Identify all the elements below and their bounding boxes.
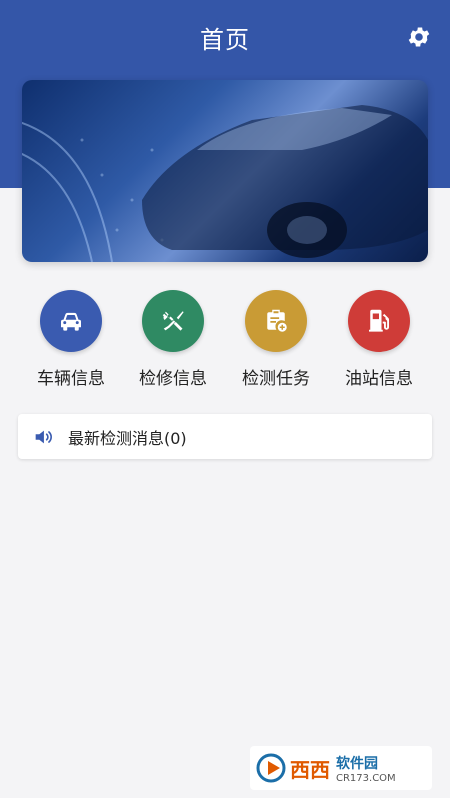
watermark-main-text: 西西 [290, 757, 330, 782]
watermark-side: 软件园 CR173.COM [336, 753, 396, 784]
vehicle-info-button[interactable]: 车辆信息 [20, 290, 122, 389]
latest-inspection-messages-label: 最新检测消息(0) [68, 428, 187, 448]
logo-icon [256, 753, 286, 783]
vehicle-info-label: 车辆信息 [37, 369, 105, 389]
inspection-task-icon-circle [245, 290, 307, 352]
car-banner-illustration [22, 105, 428, 262]
inspection-task-button[interactable]: 检测任务 [225, 290, 327, 389]
watermark-site-name: 软件园 [336, 755, 378, 772]
gas-station-info-button[interactable]: 油站信息 [328, 290, 430, 389]
fuel-pump-icon [369, 309, 389, 332]
vehicle-info-icon-circle [40, 290, 102, 352]
tools-icon [162, 311, 184, 331]
banner-image[interactable] [22, 80, 428, 262]
settings-button[interactable] [406, 24, 432, 50]
repair-info-button[interactable]: 检修信息 [122, 290, 224, 389]
clipboard-icon [267, 309, 287, 332]
inspection-task-label: 检测任务 [242, 369, 310, 389]
car-icon [61, 312, 81, 331]
quick-menu: 车辆信息 检修信息 检测任务 油站信息 [0, 290, 450, 400]
gas-station-info-label: 油站信息 [345, 369, 413, 389]
watermark-url: CR173.COM [336, 772, 396, 784]
speaker-icon [35, 430, 52, 443]
latest-inspection-messages[interactable]: 最新检测消息(0) [18, 414, 432, 459]
gear-icon [408, 27, 430, 47]
gas-station-icon-circle [348, 290, 410, 352]
repair-info-icon-circle [142, 290, 204, 352]
watermark-logo: 西西 软件园 CR173.COM [250, 746, 432, 790]
page-title: 首页 [200, 26, 250, 54]
repair-info-label: 检修信息 [139, 369, 207, 389]
